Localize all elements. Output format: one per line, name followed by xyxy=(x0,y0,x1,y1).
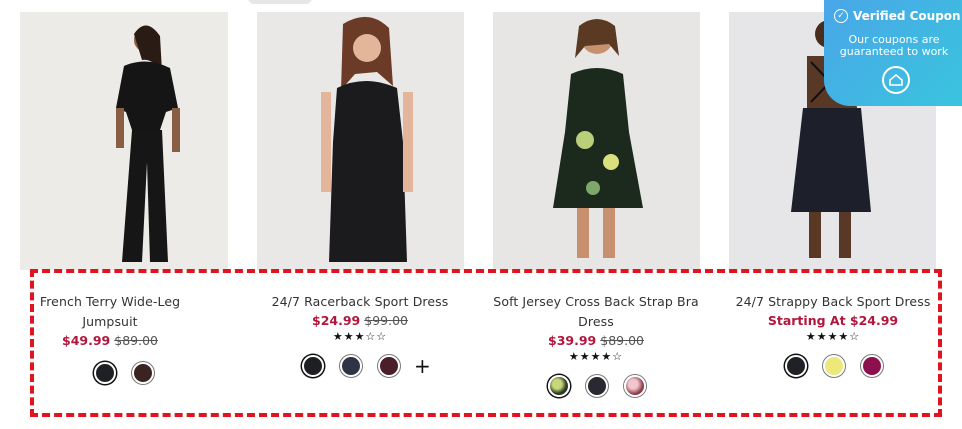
product-card-info: 24/7 Strappy Back Sport Dress Starting A… xyxy=(733,292,933,344)
price-line: $39.99 $89.00 xyxy=(488,332,704,350)
check-circle-icon: ✓ xyxy=(834,9,848,23)
color-swatch-black[interactable] xyxy=(94,362,116,384)
product-name[interactable]: 24/7 Racerback Sport Dress xyxy=(262,292,458,312)
more-colors-button[interactable]: + xyxy=(414,356,431,376)
color-swatches xyxy=(548,375,662,397)
product-card-info: French Terry Wide-Leg Jumpsuit $49.99 $89… xyxy=(20,292,200,350)
sale-price: $39.99 xyxy=(548,333,597,348)
color-swatch-green-print[interactable] xyxy=(548,375,570,397)
product-image-jumpsuit[interactable] xyxy=(20,12,228,270)
product-image-racerback-dress[interactable] xyxy=(257,12,464,270)
top-scroll-indicator xyxy=(248,0,312,4)
color-swatch-black[interactable] xyxy=(302,355,324,377)
product-image-cross-back-dress[interactable] xyxy=(493,12,700,270)
coupon-title: ✓ Verified Coupon xyxy=(834,9,961,23)
price-line: $49.99 $89.00 xyxy=(20,332,200,350)
product-card-info: Soft Jersey Cross Back Strap Bra Dress $… xyxy=(488,292,704,364)
rating-stars: ★★★★☆ xyxy=(568,350,624,363)
home-icon[interactable] xyxy=(882,66,910,94)
original-price: $89.00 xyxy=(600,333,644,348)
color-swatch-burgundy[interactable] xyxy=(378,355,400,377)
original-price: $89.00 xyxy=(114,333,158,348)
color-swatches: + xyxy=(302,355,431,377)
sale-price: Starting At $24.99 xyxy=(767,313,899,328)
rating-stars: ★★★★☆ xyxy=(805,330,861,343)
color-swatches xyxy=(785,355,899,377)
model-photo xyxy=(20,12,228,270)
color-swatches xyxy=(94,362,170,384)
color-swatch-pink-print[interactable] xyxy=(624,375,646,397)
product-name[interactable]: French Terry Wide-Leg Jumpsuit xyxy=(20,292,200,332)
color-swatch-yellow[interactable] xyxy=(823,355,845,377)
color-swatch-brown[interactable] xyxy=(132,362,154,384)
sale-price: $24.99 xyxy=(312,313,361,328)
rating-stars: ★★★☆☆ xyxy=(332,330,388,343)
original-price: $99.00 xyxy=(364,313,408,328)
product-name[interactable]: 24/7 Strappy Back Sport Dress xyxy=(733,292,933,312)
model-photo xyxy=(493,12,700,270)
color-swatch-charcoal[interactable] xyxy=(586,375,608,397)
price-line: Starting At $24.99 xyxy=(733,312,933,330)
verified-coupon-widget[interactable]: ✓ Verified Coupon Our coupons are guaran… xyxy=(824,0,962,106)
product-card-info: 24/7 Racerback Sport Dress $24.99 $99.00 … xyxy=(262,292,458,344)
sale-price: $49.99 xyxy=(62,333,111,348)
product-name[interactable]: Soft Jersey Cross Back Strap Bra Dress xyxy=(488,292,704,332)
color-swatch-black[interactable] xyxy=(785,355,807,377)
color-swatch-magenta[interactable] xyxy=(861,355,883,377)
price-line: $24.99 $99.00 xyxy=(262,312,458,330)
color-swatch-navy[interactable] xyxy=(340,355,362,377)
model-photo xyxy=(257,12,464,270)
coupon-subtitle: Our coupons are guaranteed to work xyxy=(839,33,949,58)
